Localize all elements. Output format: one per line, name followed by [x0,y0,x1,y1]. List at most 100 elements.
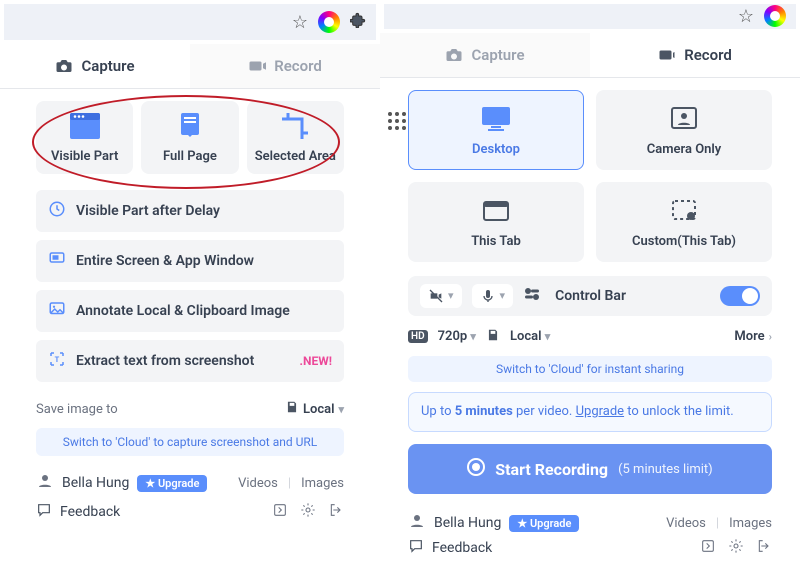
card-label: Visible Part [51,149,118,164]
chevron-down-icon: ▾ [338,403,344,416]
tasks-icon[interactable] [700,538,716,558]
user-box-icon [670,104,698,132]
quality-select[interactable]: 720p ▾ [438,329,476,344]
start-recording-button[interactable]: Start Recording (5 minutes limit) [408,444,772,494]
start-sub: (5 minutes limit) [618,462,713,477]
card-this-tab[interactable]: This Tab [408,182,584,262]
custom-area-icon [670,196,698,224]
images-link[interactable]: Images [301,476,344,491]
image-icon [48,300,66,322]
save-label: Save image to [36,402,118,417]
save-target: Local [303,402,335,417]
feedback-label[interactable]: Feedback [432,540,492,556]
extension-icon[interactable] [318,11,340,33]
dest-select[interactable]: Local ▾ [510,329,550,344]
feedback-label[interactable]: Feedback [60,504,120,520]
feedback-icon [36,502,52,522]
browser-window-icon [68,111,102,141]
card-label: Selected Area [255,149,336,164]
start-label: Start Recording [495,460,608,479]
signout-icon[interactable] [756,538,772,558]
tab-capture[interactable]: Capture [0,44,190,88]
card-custom-tab[interactable]: Custom(This Tab) [596,182,772,262]
extension-icon[interactable] [764,5,786,27]
upgrade-button[interactable]: ★ Upgrade [509,515,579,532]
card-full-page[interactable]: Full Page [141,101,238,174]
save-destination-select[interactable]: Local ▾ [285,400,344,418]
feedback-row-right: Feedback [380,534,800,566]
tab-capture-label: Capture [81,57,134,75]
apps-grid-icon[interactable] [388,112,406,130]
row-annotate[interactable]: Annotate Local & Clipboard Image [36,290,344,332]
tab-record[interactable]: Record [590,33,800,77]
control-bar-label: Control Bar [555,288,626,304]
settings-icon[interactable] [728,538,744,558]
cloud-hint[interactable]: Switch to 'Cloud' to capture screenshot … [36,428,344,456]
row-label: Visible Part after Delay [76,203,220,219]
svg-text:T: T [55,355,60,364]
more-options[interactable]: More › [734,329,772,344]
mode-tabs: Capture Record [0,44,380,89]
row-label: Entire Screen & App Window [76,253,254,269]
ocr-icon: T [48,350,66,372]
row-visible-delay[interactable]: Visible Part after Delay [36,190,344,232]
save-floppy-icon [285,400,299,418]
card-label: Desktop [472,142,520,157]
capture-mode-cards: Visible Part Full Page Selected Area [0,89,380,186]
avatar-icon [408,512,426,534]
new-badge: .NEW! [300,354,332,368]
settings-icon[interactable] [300,502,316,522]
page-scroll-icon [173,111,207,141]
user-name: Bella Hung [62,475,129,491]
monitor-icon [479,104,513,132]
cloud-hint-right[interactable]: Switch to 'Cloud' for instant sharing [408,356,772,382]
hd-badge: HD [408,330,428,343]
mode-tabs-right: Capture Record [380,33,800,78]
mic-toggle[interactable]: ▾ [472,284,514,308]
save-destination-row: Save image to Local ▾ [36,400,344,418]
control-bar-toggle[interactable] [720,286,760,306]
record-source-cards: Desktop Camera Only This Tab Custom(This… [380,78,800,268]
tasks-icon[interactable] [272,502,288,522]
star-icon[interactable]: ☆ [292,12,308,33]
record-dot-icon [467,458,485,480]
tab-record-label: Record [684,46,732,64]
clock-icon [48,200,66,222]
star-icon[interactable]: ☆ [738,6,754,27]
avatar-icon [36,472,54,494]
feedback-icon [408,538,424,558]
upgrade-button[interactable]: ★ Upgrade [137,475,207,492]
tab-capture[interactable]: Capture [380,33,590,77]
limit-notice: Up to 5 minutes per video. Upgrade to un… [408,392,772,432]
card-label: Camera Only [647,142,722,157]
user-row-right: Bella Hung ★ Upgrade Videos | Images [380,502,800,534]
videos-link[interactable]: Videos [238,476,278,491]
save-floppy-icon [486,328,500,346]
user-row: Bella Hung ★ Upgrade Videos | Images [0,468,380,498]
camera-toggle[interactable]: ▾ [420,284,462,308]
extensions-puzzle-icon[interactable] [350,12,366,33]
tab-window-icon [482,196,510,224]
browser-omnibox-right: ☆ [384,4,796,29]
crop-icon [278,111,312,141]
card-desktop[interactable]: Desktop [408,90,584,170]
row-label: Annotate Local & Clipboard Image [76,303,290,319]
images-link[interactable]: Images [729,516,772,531]
card-visible-part[interactable]: Visible Part [36,101,133,174]
card-camera-only[interactable]: Camera Only [596,90,772,170]
card-selected-area[interactable]: Selected Area [247,101,344,174]
signout-icon[interactable] [328,502,344,522]
card-label: Custom(This Tab) [632,234,736,249]
tab-record[interactable]: Record [190,44,380,88]
row-extract-text[interactable]: T Extract text from screenshot .NEW! [36,340,344,382]
row-entire-screen[interactable]: Entire Screen & App Window [36,240,344,282]
screen-icon [48,250,66,272]
resolution-row: HD 720p ▾ Local ▾ More › [408,328,772,346]
videos-link[interactable]: Videos [666,516,706,531]
tab-capture-label: Capture [471,46,524,64]
user-name: Bella Hung [434,515,501,531]
control-bar-row: ▾ ▾ Control Bar [408,276,772,316]
control-bar-icon [523,286,541,305]
upgrade-link[interactable]: Upgrade [576,404,624,419]
tab-record-label: Record [274,57,322,75]
